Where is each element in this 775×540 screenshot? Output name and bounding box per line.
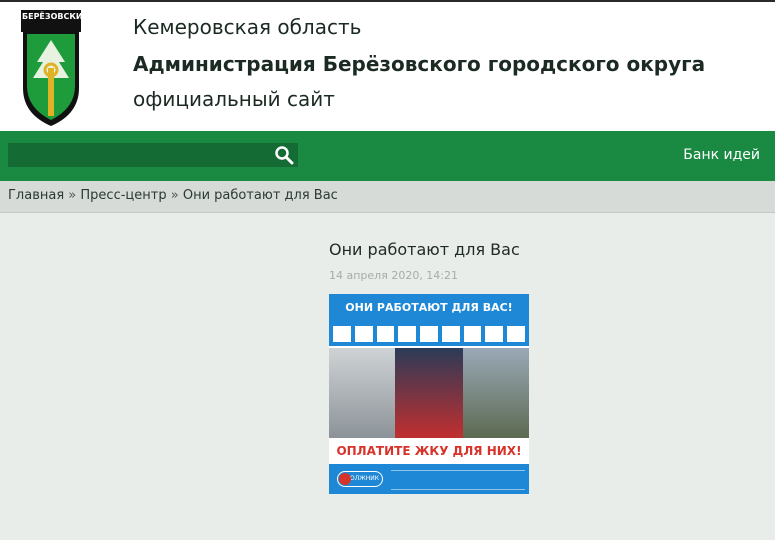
poster-bottom-band: ДОЛЖНИК [329,464,529,494]
breadcrumb-press-link[interactable]: Пресс-центр [80,188,166,203]
breadcrumb: Главная » Пресс-центр » Они работают для… [0,181,775,213]
poster-photos [329,348,529,438]
city-crest-logo[interactable] [21,10,81,128]
search-icon[interactable] [274,145,294,165]
poster-photo-mailboxes [329,348,395,438]
article-date: 14 апреля 2020, 14:21 [329,269,459,282]
article-title: Они работают для Вас [329,240,520,259]
breadcrumb-current: Они работают для Вас [182,188,338,203]
utility-icon [440,325,461,343]
poster-photo-yard [463,348,529,438]
poster-middle-text: ОПЛАТИТЕ ЖКУ ДЛЯ НИХ! [329,438,529,464]
utility-icon [419,325,439,343]
site-subtitle: официальный сайт [133,87,335,111]
article: Они работают для Вас 14 апреля 2020, 14:… [329,240,589,494]
admin-title: Администрация Берёзовского городского ок… [133,52,706,76]
region-title: Кемеровская область [133,15,362,39]
poster-fine-print [391,470,525,490]
utility-icon [375,325,396,343]
utility-icon [484,325,505,343]
utility-icon [462,325,483,343]
poster-top-text: ОНИ РАБОТАЮТ ДЛЯ ВАС! [329,294,529,322]
article-image[interactable]: ОНИ РАБОТАЮТ ДЛЯ ВАС! ОПЛАТИТЕ ЖКУ ДЛЯ Н… [329,294,529,494]
poster-badge: ДОЛЖНИК [337,471,383,487]
breadcrumb-separator: » [170,188,179,203]
site-header: БЕРЁЗОВСКИЙ Кемеровская область Админист… [0,0,775,131]
poster-icons-row [329,322,529,346]
search-input[interactable] [8,143,270,167]
ideas-bank-link[interactable]: Банк идей [683,147,760,163]
poster-photo-stairs [395,348,463,438]
breadcrumb-home-link[interactable]: Главная [8,188,64,203]
utility-icon [397,325,418,343]
breadcrumb-separator: » [68,188,77,203]
badge-dot-icon [339,473,351,485]
utility-icon [506,325,527,343]
main-navbar: Банк идей [0,131,775,181]
utility-icon [332,325,352,343]
utility-icon [353,325,374,343]
crest-label: БЕРЁЗОВСКИЙ [22,12,90,21]
search-box [8,143,298,167]
